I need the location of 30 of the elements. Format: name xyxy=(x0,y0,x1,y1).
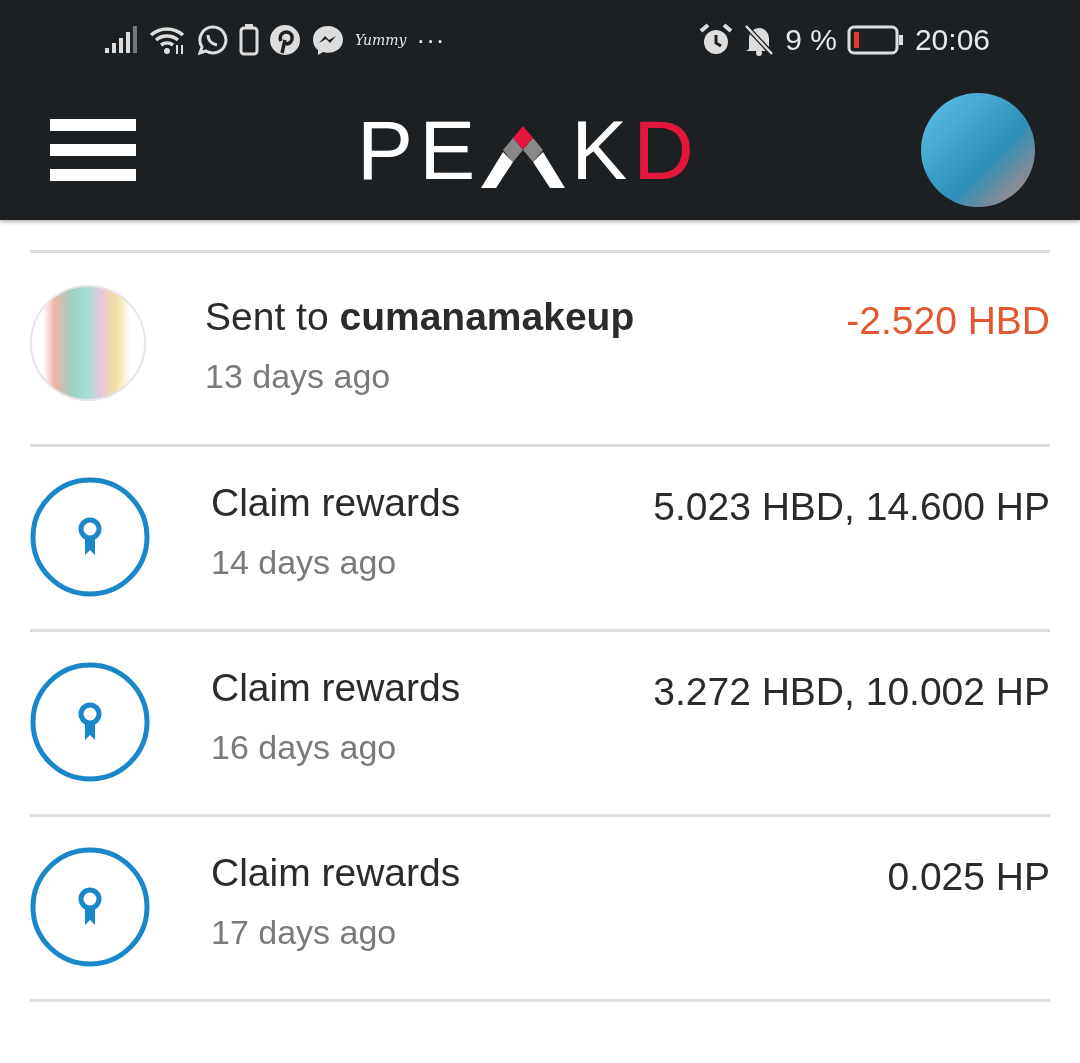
transaction-title: Sent to cumanamakeup xyxy=(205,295,636,339)
battery-icon xyxy=(846,25,905,55)
alarm-clock-icon xyxy=(699,23,734,57)
messenger-icon xyxy=(311,24,345,56)
signal-icon xyxy=(105,26,139,54)
clock-time: 20:06 xyxy=(914,23,990,57)
app-label: Yummy xyxy=(355,32,407,48)
award-ribbon-icon xyxy=(30,662,150,782)
award-ribbon-icon xyxy=(30,847,150,967)
peak-mountain-icon xyxy=(481,126,566,188)
transaction-title: Claim rewards xyxy=(211,851,462,895)
transaction-amount: -2.520 HBD xyxy=(846,298,1050,343)
transaction-time: 17 days ago xyxy=(211,913,398,952)
transaction-time: 14 days ago xyxy=(211,543,398,582)
wifi-icon xyxy=(149,25,187,55)
transaction-amount: 3.272 HBD, 10.002 HP xyxy=(653,669,1050,714)
transaction-time: 13 days ago xyxy=(205,357,392,396)
phone-icon xyxy=(239,24,259,56)
transaction-title: Claim rewards xyxy=(211,666,462,710)
transaction-time: 16 days ago xyxy=(211,728,398,767)
more-notifications-text: ··· xyxy=(416,24,446,56)
chat-bubble-icon xyxy=(197,24,229,56)
award-ribbon-icon xyxy=(30,477,150,597)
transaction-amount: 0.025 HP xyxy=(887,854,1050,899)
battery-percent: 9 % xyxy=(785,23,837,57)
transaction-amount: 5.023 HBD, 14.600 HP xyxy=(653,484,1050,529)
muted-bell-icon xyxy=(743,23,776,57)
pin-icon xyxy=(269,24,301,56)
peakd-logo[interactable]: PE KD xyxy=(357,108,700,192)
transaction-title: Claim rewards xyxy=(211,481,462,525)
